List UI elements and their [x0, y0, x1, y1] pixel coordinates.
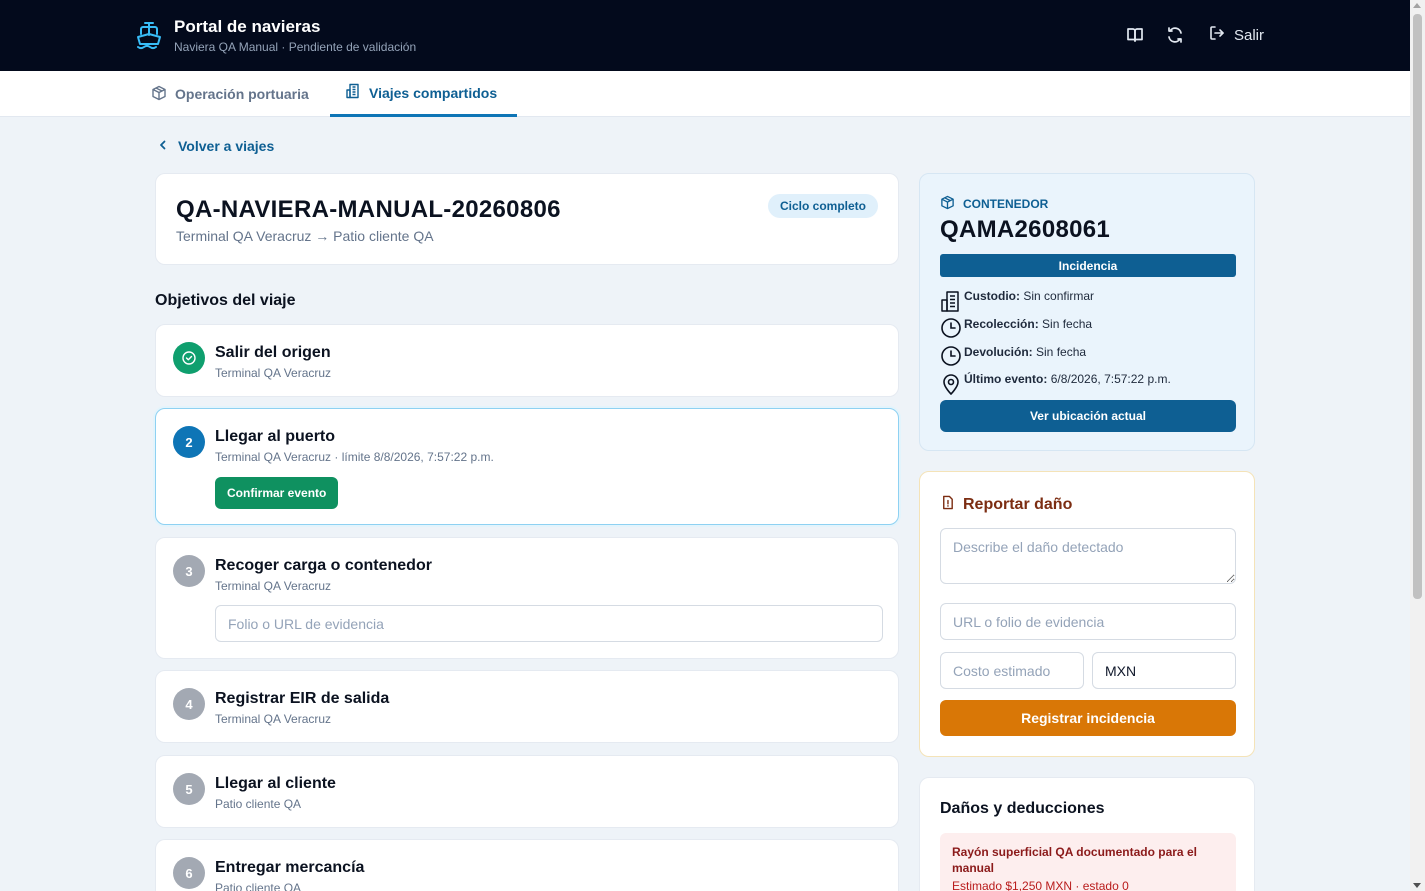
view-location-button[interactable]: Ver ubicación actual: [940, 400, 1236, 432]
objectives-title: Objetivos del viaje: [155, 292, 296, 309]
step-subtitle: Patio cliente QA: [215, 881, 302, 891]
step-subtitle: Terminal QA Veracruz · límite 8/8/2026, …: [215, 450, 494, 464]
chevron-left-icon: [158, 138, 168, 154]
step-number: 4: [173, 688, 205, 720]
report-damage-title: Reportar daño: [940, 495, 1072, 515]
refresh-icon[interactable]: [1165, 25, 1185, 45]
recoleccion-value: Sin fecha: [1042, 317, 1093, 331]
trip-id: QA-NAVIERA-MANUAL-20260806: [176, 196, 561, 223]
step-title: Entregar mercancía: [215, 859, 365, 876]
back-link-label: Volver a viajes: [178, 138, 275, 154]
trip-route: Terminal QA Veracruz → Patio cliente QA: [176, 228, 434, 244]
evidence-input[interactable]: [215, 605, 883, 642]
step-title: Recoger carga o contenedor: [215, 557, 432, 574]
deductions-card: Daños y deducciones Rayón superficial QA…: [919, 777, 1255, 891]
scroll-up-arrow-icon[interactable]: [1413, 3, 1421, 8]
ship-icon: [135, 20, 163, 50]
map-pin-icon: [940, 372, 962, 399]
logout-label: Salir: [1234, 26, 1265, 44]
book-icon[interactable]: [1125, 25, 1145, 45]
building-icon: [345, 83, 361, 102]
objective-step: 4 Registrar EIR de salida Terminal QA Ve…: [155, 670, 899, 743]
report-damage-title-text: Reportar daño: [963, 496, 1073, 513]
app-title: Portal de navieras: [174, 17, 321, 36]
container-card: CONTENEDOR QAMA2608061 Incidencia Custod…: [919, 173, 1255, 451]
tab-bar: Operación portuaria Viajes compartidos: [0, 71, 1410, 117]
custodio-value: Sin confirmar: [1023, 289, 1095, 303]
clock-icon: [940, 345, 962, 370]
objective-step: 5 Llegar al cliente Patio cliente QA: [155, 755, 899, 828]
step-number: 2: [173, 426, 205, 458]
deductions-title: Daños y deducciones: [940, 800, 1105, 817]
recoleccion-row: Recolección: Sin fecha: [940, 317, 1092, 342]
top-header: Portal de navieras Naviera QA Manual · P…: [0, 0, 1410, 71]
objective-step: 3 Recoger carga o contenedor Terminal QA…: [155, 537, 899, 659]
app-subtitle: Naviera QA Manual · Pendiente de validac…: [174, 40, 417, 54]
step-number: 5: [173, 773, 205, 805]
step-subtitle: Terminal QA Veracruz: [215, 712, 332, 726]
alert-icon: [940, 495, 955, 515]
devolucion-label: Devolución:: [964, 345, 1033, 359]
objective-step-current: 2 Llegar al puerto Terminal QA Veracruz …: [155, 408, 899, 525]
container-label: CONTENEDOR: [940, 195, 1048, 213]
deduction-item[interactable]: Rayón superficial QA documentado para el…: [940, 833, 1236, 891]
step-number: 6: [173, 857, 205, 889]
custodio-label: Custodio:: [964, 289, 1020, 303]
deduction-item-detail: Estimado $1,250 MXN · estado 0: [952, 879, 1129, 891]
ultimo-evento-label: Último evento:: [964, 372, 1048, 386]
trip-header-card: QA-NAVIERA-MANUAL-20260806 Terminal QA V…: [155, 173, 899, 265]
building-icon: [940, 289, 962, 316]
check-circle-icon: [173, 342, 205, 374]
container-status-bar: Incidencia: [940, 254, 1236, 277]
status-badge: Ciclo completo: [767, 194, 878, 218]
objective-step: 6 Entregar mercancía Patio cliente QA: [155, 839, 899, 891]
objective-step: Salir del origen Terminal QA Veracruz: [155, 324, 899, 397]
clock-icon: [940, 317, 962, 342]
confirm-event-button[interactable]: Confirmar evento: [215, 477, 339, 509]
estimated-cost-field[interactable]: [940, 652, 1084, 689]
ultimo-evento-row: Último evento: 6/8/2026, 7:57:22 p.m.: [940, 372, 1171, 399]
step-number: 3: [173, 555, 205, 587]
recoleccion-label: Recolección:: [964, 317, 1039, 331]
box-icon: [151, 85, 167, 104]
step-subtitle: Terminal QA Veracruz: [215, 366, 332, 380]
deduction-item-title: Rayón superficial QA documentado para el…: [952, 845, 1197, 875]
box-icon: [940, 195, 955, 213]
logout-button[interactable]: Salir: [1208, 25, 1264, 45]
devolucion-row: Devolución: Sin fecha: [940, 345, 1086, 370]
register-incident-button[interactable]: Registrar incidencia: [940, 700, 1236, 736]
damage-evidence-field[interactable]: [940, 603, 1236, 640]
damage-description-field[interactable]: [940, 528, 1236, 584]
ultimo-evento-value: 6/8/2026, 7:57:22 p.m.: [1050, 372, 1171, 386]
step-title: Llegar al puerto: [215, 428, 336, 445]
step-subtitle: Terminal QA Veracruz: [215, 579, 332, 593]
custodio-row: Custodio: Sin confirmar: [940, 289, 1094, 316]
step-subtitle: Patio cliente QA: [215, 797, 302, 811]
tab-operacion-portuaria[interactable]: Operación portuaria: [151, 71, 309, 117]
tab-label: Viajes compartidos: [369, 84, 498, 101]
logout-icon: [1208, 24, 1226, 46]
container-id: QAMA2608061: [940, 216, 1111, 243]
tab-label: Operación portuaria: [175, 86, 309, 102]
step-title: Llegar al cliente: [215, 775, 336, 792]
container-label-text: CONTENEDOR: [963, 197, 1049, 211]
scroll-down-arrow-icon[interactable]: [1413, 883, 1421, 888]
currency-field[interactable]: [1092, 652, 1236, 689]
report-damage-card: Reportar daño Registrar incidencia: [919, 471, 1255, 757]
back-to-trips-link[interactable]: Volver a viajes: [158, 138, 274, 154]
step-title: Registrar EIR de salida: [215, 690, 390, 707]
devolucion-value: Sin fecha: [1036, 345, 1087, 359]
scrollbar-thumb[interactable]: [1413, 14, 1422, 599]
step-title: Salir del origen: [215, 344, 331, 361]
tab-viajes-compartidos[interactable]: Viajes compartidos: [330, 71, 517, 117]
page-scrollbar[interactable]: [1410, 0, 1425, 891]
